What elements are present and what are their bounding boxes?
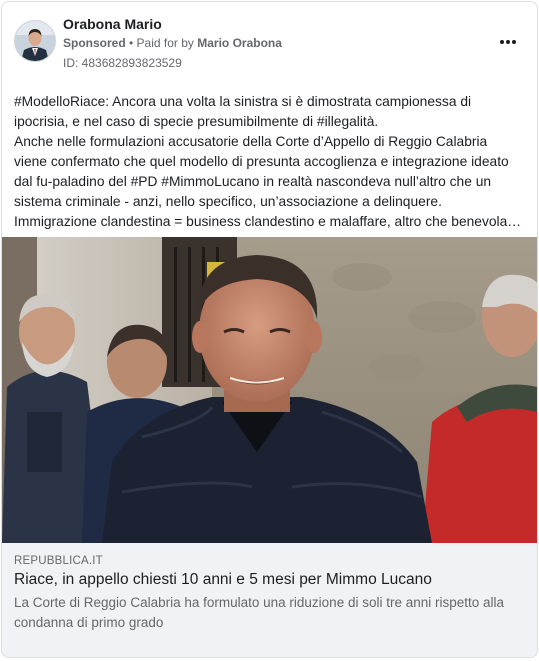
link-description-line: condanna di primo grado	[14, 615, 164, 630]
paid-for-prefix: • Paid for by	[125, 36, 198, 50]
post-body-line: ipocrisia, e nel caso di specie presumib…	[14, 114, 379, 129]
page-avatar[interactable]	[14, 20, 56, 62]
avatar-portrait-icon	[15, 21, 55, 61]
payer-name[interactable]: Mario Orabona	[197, 36, 282, 50]
link-preview-image[interactable]	[2, 237, 537, 543]
link-description-line: La Corte di Reggio Calabria ha formulato…	[14, 595, 505, 610]
post-body-line: sistema criminale - anzi, nello specific…	[14, 194, 442, 209]
link-preview[interactable]: REPUBBLICA.IT Riace, in appello chiesti …	[2, 543, 537, 657]
link-domain: REPUBBLICA.IT	[14, 555, 103, 567]
ad-id: ID: 483682893823529	[63, 56, 182, 70]
post-body-line: Anche nelle formulazioni accusatorie del…	[14, 134, 488, 149]
page-name[interactable]: Orabona Mario	[63, 16, 162, 32]
link-description: La Corte di Reggio Calabria ha formulato…	[14, 593, 529, 633]
news-photo	[2, 237, 537, 543]
ad-card: Orabona Mario Sponsored • Paid for by Ma…	[1, 1, 538, 658]
link-title[interactable]: Riace, in appello chiesti 10 anni e 5 me…	[14, 571, 432, 589]
post-body-line: dal fu-paladino del #PD #MimmoLucano in …	[14, 174, 492, 189]
post-header: Orabona Mario Sponsored • Paid for by Ma…	[2, 2, 537, 82]
post-body-line: Immigrazione clandestina = business clan…	[14, 214, 522, 229]
more-dot-2	[506, 40, 510, 44]
post-body-line: #ModelloRiace: Ancora una volta la sinis…	[14, 94, 472, 109]
sponsored-label: Sponsored	[63, 36, 126, 50]
post-body-text: #ModelloRiace: Ancora una volta la sinis…	[14, 92, 529, 232]
more-horizontal-icon	[500, 40, 504, 44]
more-dot-3	[512, 40, 516, 44]
post-body-line: viene confermato che quel modello di pre…	[14, 154, 509, 169]
more-options-button[interactable]	[498, 32, 518, 52]
sponsorship-line: Sponsored • Paid for by Mario Orabona	[63, 36, 282, 50]
